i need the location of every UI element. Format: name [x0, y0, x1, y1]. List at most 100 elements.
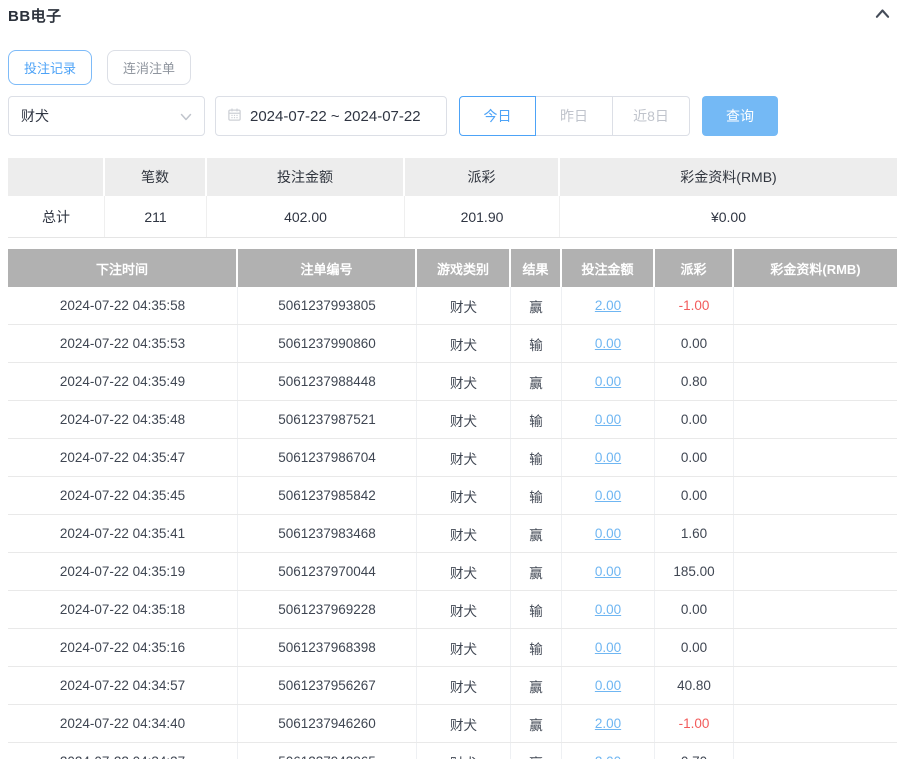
bet-amount-cell: 0.00: [562, 629, 655, 666]
quick-button-today[interactable]: 今日: [459, 96, 536, 136]
col-jackpot: 彩金资料(RMB): [734, 249, 897, 287]
records-table: 下注时间 注单编号 游戏类别 结果 投注金额 派彩 彩金资料(RMB) 2024…: [8, 249, 897, 759]
result-cell: 输: [511, 629, 562, 666]
bet-amount-cell: 0.00: [562, 439, 655, 476]
summary-col-empty: [8, 158, 105, 196]
table-row: 2024-07-22 04:35:49 5061237988448 财犬 赢 0…: [8, 363, 897, 401]
chevron-down-icon: [180, 108, 192, 124]
payout-cell: 185.00: [655, 553, 734, 590]
order-no-cell: 5061237968398: [238, 629, 417, 666]
summary-total-count: 211: [105, 196, 207, 237]
bet-time-cell: 2024-07-22 04:35:58: [8, 287, 238, 324]
quick-date-button-group: 今日 昨日 近8日: [459, 96, 690, 136]
bet-amount-cell: 0.00: [562, 667, 655, 704]
table-row: 2024-07-22 04:35:18 5061237969228 财犬 输 0…: [8, 591, 897, 629]
game-type-cell: 财犬: [417, 705, 511, 742]
table-row: 2024-07-22 04:35:48 5061237987521 财犬 输 0…: [8, 401, 897, 439]
bet-amount-link[interactable]: 0.00: [595, 564, 621, 579]
jackpot-cell: [734, 325, 897, 362]
bet-time-cell: 2024-07-22 04:35:41: [8, 515, 238, 552]
col-bet-time: 下注时间: [8, 249, 238, 287]
summary-col-payout: 派彩: [405, 158, 560, 196]
bet-time-cell: 2024-07-22 04:35:45: [8, 477, 238, 514]
order-no-cell: 5061237946260: [238, 705, 417, 742]
bet-amount-link[interactable]: 2.00: [595, 298, 621, 313]
order-no-cell: 5061237970044: [238, 553, 417, 590]
jackpot-cell: [734, 591, 897, 628]
date-range-value: 2024-07-22 ~ 2024-07-22: [250, 107, 421, 125]
chevron-up-icon: [874, 9, 891, 24]
summary-table: 笔数 投注金额 派彩 彩金资料(RMB) 总计 211 402.00 201.9…: [8, 158, 897, 238]
date-range-input[interactable]: 2024-07-22 ~ 2024-07-22: [215, 96, 447, 136]
col-game-type: 游戏类别: [417, 249, 511, 287]
table-row: 2024-07-22 04:35:47 5061237986704 财犬 输 0…: [8, 439, 897, 477]
bet-amount-link[interactable]: 0.00: [595, 450, 621, 465]
summary-total-row: 总计 211 402.00 201.90 ¥0.00: [8, 196, 897, 238]
payout-cell: 0.80: [655, 363, 734, 400]
jackpot-cell: [734, 287, 897, 324]
bet-amount-link[interactable]: 0.00: [595, 374, 621, 389]
bet-time-cell: 2024-07-22 04:35:19: [8, 553, 238, 590]
quick-button-last-8-days[interactable]: 近8日: [613, 96, 690, 136]
quick-button-yesterday[interactable]: 昨日: [536, 96, 613, 136]
tab-bet-records[interactable]: 投注记录: [8, 50, 93, 85]
payout-cell: 0.00: [655, 439, 734, 476]
bet-amount-cell: 0.00: [562, 477, 655, 514]
bet-time-cell: 2024-07-22 04:35:18: [8, 591, 238, 628]
result-cell: 赢: [511, 287, 562, 324]
jackpot-cell: [734, 401, 897, 438]
bet-amount-cell: 2.00: [562, 287, 655, 324]
result-cell: 输: [511, 401, 562, 438]
bet-time-cell: 2024-07-22 04:35:49: [8, 363, 238, 400]
result-cell: 输: [511, 477, 562, 514]
result-cell: 赢: [511, 363, 562, 400]
bet-time-cell: 2024-07-22 04:35:16: [8, 629, 238, 666]
bet-amount-link[interactable]: 0.00: [595, 336, 621, 351]
col-result: 结果: [511, 249, 562, 287]
bet-amount-link[interactable]: 0.00: [595, 488, 621, 503]
payout-cell: 0.00: [655, 591, 734, 628]
bet-amount-cell: 0.00: [562, 363, 655, 400]
payout-cell: -1.00: [655, 705, 734, 742]
payout-cell: -1.00: [655, 287, 734, 324]
bet-amount-link[interactable]: 0.00: [595, 640, 621, 655]
collapse-panel-button[interactable]: [874, 7, 891, 21]
bet-time-cell: 2024-07-22 04:35:53: [8, 325, 238, 362]
records-table-header: 下注时间 注单编号 游戏类别 结果 投注金额 派彩 彩金资料(RMB): [8, 249, 897, 287]
bet-amount-link[interactable]: 2.00: [595, 716, 621, 731]
payout-cell: 0.70: [655, 743, 734, 759]
order-no-cell: 5061237983468: [238, 515, 417, 552]
bet-time-cell: 2024-07-22 04:35:47: [8, 439, 238, 476]
game-select-value: 财犬: [21, 108, 49, 124]
col-bet-amount: 投注金额: [562, 249, 655, 287]
bet-amount-link[interactable]: 0.00: [595, 412, 621, 427]
jackpot-cell: [734, 553, 897, 590]
jackpot-cell: [734, 743, 897, 759]
bet-records-panel: BB电子 投注记录 连消注单 财犬 2024-07-22 ~ 2024-07-2…: [0, 0, 905, 759]
game-type-cell: 财犬: [417, 363, 511, 400]
tab-cancelled-orders[interactable]: 连消注单: [107, 50, 192, 85]
bet-amount-cell: 0.00: [562, 325, 655, 362]
bet-amount-link[interactable]: 2.00: [595, 754, 621, 759]
payout-cell: 1.60: [655, 515, 734, 552]
table-row: 2024-07-22 04:35:45 5061237985842 财犬 输 0…: [8, 477, 897, 515]
bet-amount-link[interactable]: 0.00: [595, 526, 621, 541]
order-no-cell: 5061237990860: [238, 325, 417, 362]
table-row: 2024-07-22 04:35:41 5061237983468 财犬 赢 0…: [8, 515, 897, 553]
jackpot-cell: [734, 629, 897, 666]
bet-amount-cell: 0.00: [562, 401, 655, 438]
query-button[interactable]: 查询: [702, 96, 778, 136]
table-row: 2024-07-22 04:34:40 5061237946260 财犬 赢 2…: [8, 705, 897, 743]
bet-amount-link[interactable]: 0.00: [595, 678, 621, 693]
payout-cell: 0.00: [655, 477, 734, 514]
bet-amount-link[interactable]: 0.00: [595, 602, 621, 617]
payout-cell: 40.80: [655, 667, 734, 704]
table-row: 2024-07-22 04:35:58 5061237993805 财犬 赢 2…: [8, 287, 897, 325]
result-cell: 赢: [511, 705, 562, 742]
game-select[interactable]: 财犬: [8, 96, 205, 136]
bet-amount-cell: 0.00: [562, 591, 655, 628]
bet-amount-cell: 2.00: [562, 705, 655, 742]
result-cell: 输: [511, 591, 562, 628]
jackpot-cell: [734, 439, 897, 476]
order-no-cell: 5061237956267: [238, 667, 417, 704]
